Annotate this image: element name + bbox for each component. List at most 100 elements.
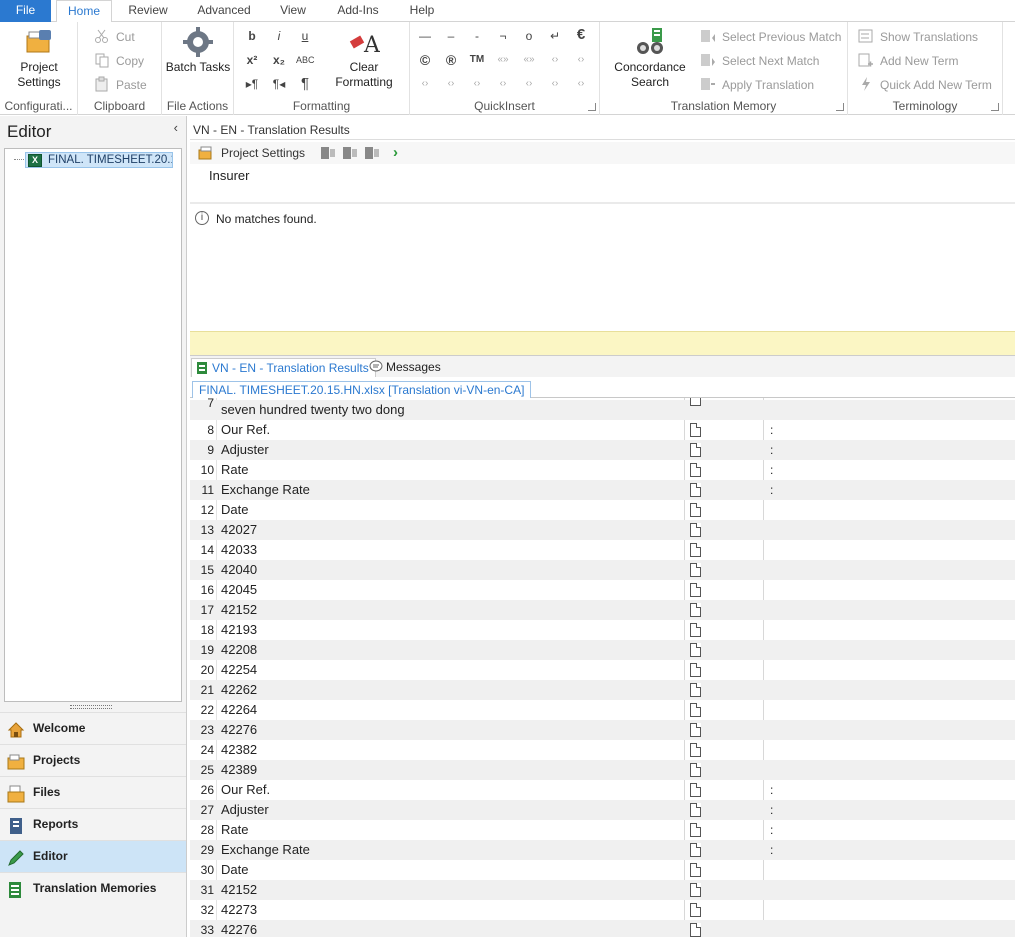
quote-4-icon[interactable]: ‹› — [442, 76, 460, 92]
source-segment[interactable]: 42152 — [221, 600, 257, 620]
source-segment[interactable]: Exchange Rate — [221, 480, 310, 500]
table-row[interactable]: 9 Adjuster: — [190, 440, 1015, 460]
target-segment[interactable]: : — [770, 780, 773, 800]
trademark-icon[interactable]: TM — [468, 52, 486, 68]
table-row[interactable]: 28 Rate: — [190, 820, 1015, 840]
quote-7-icon[interactable]: ‹› — [520, 76, 538, 92]
table-row[interactable]: 26 Our Ref.: — [190, 780, 1015, 800]
source-segment[interactable]: 42264 — [221, 700, 257, 720]
source-segment[interactable]: 42254 — [221, 660, 257, 680]
clear-formatting-button[interactable]: A Clear Formatting — [326, 26, 402, 90]
rtl-icon[interactable]: ¶◂ — [270, 76, 288, 92]
dash-icon[interactable]: – — [442, 28, 460, 44]
source-segment[interactable]: 42152 — [221, 880, 257, 900]
source-segment[interactable]: 42382 — [221, 740, 257, 760]
apply-translation-button[interactable]: Apply Translation — [700, 76, 814, 93]
table-row[interactable]: 17 42152 — [190, 600, 1015, 620]
results-project-settings-link[interactable]: Project Settings — [221, 146, 305, 160]
source-segment[interactable]: 42045 — [221, 580, 257, 600]
quick-add-new-term-button[interactable]: Quick Add New Term — [858, 76, 992, 93]
table-row[interactable]: 33 42276 — [190, 920, 1015, 937]
source-segment[interactable]: 42193 — [221, 620, 257, 640]
table-row[interactable]: 27 Adjuster: — [190, 800, 1015, 820]
select-previous-match-button[interactable]: Select Previous Match — [700, 28, 841, 45]
table-row[interactable]: 12 Date — [190, 500, 1015, 520]
superscript-icon[interactable]: x² — [243, 52, 261, 68]
results-option-1-icon[interactable] — [320, 146, 336, 163]
batch-tasks-button[interactable]: Batch Tasks — [164, 26, 232, 75]
results-option-3-icon[interactable] — [364, 146, 380, 163]
table-row[interactable]: 29 Exchange Rate: — [190, 840, 1015, 860]
add-new-term-button[interactable]: Add New Term — [858, 52, 958, 69]
target-segment[interactable]: : — [770, 820, 773, 840]
quote-5-icon[interactable]: ‹› — [468, 76, 486, 92]
source-segment[interactable]: Our Ref. — [221, 780, 270, 800]
menu-addins[interactable]: Add-Ins — [328, 0, 388, 22]
quote-6-icon[interactable]: ‹› — [494, 76, 512, 92]
results-option-2-icon[interactable] — [342, 146, 358, 163]
table-row[interactable]: 22 42264 — [190, 700, 1015, 720]
terminology-launcher-icon[interactable] — [991, 103, 999, 111]
target-segment[interactable]: : — [770, 440, 773, 460]
table-row[interactable]: 21 42262 — [190, 680, 1015, 700]
source-segment[interactable]: Date — [221, 500, 248, 520]
nav-projects[interactable]: Projects — [0, 744, 186, 776]
project-settings-button[interactable]: Project Settings — [4, 26, 74, 90]
nav-translation-memories[interactable]: Translation Memories — [0, 872, 186, 904]
source-segment[interactable]: Our Ref. — [221, 420, 270, 440]
quote-8-icon[interactable]: ‹› — [546, 76, 564, 92]
source-segment[interactable]: 42389 — [221, 760, 257, 780]
source-segment[interactable]: 42033 — [221, 540, 257, 560]
not-sign-icon[interactable]: ¬ — [494, 28, 512, 44]
concordance-search-button[interactable]: Concordance Search — [610, 26, 690, 90]
source-segment[interactable]: seven hundred twenty two dong — [221, 400, 405, 420]
menu-file[interactable]: File — [0, 0, 51, 22]
copy-button[interactable]: Copy — [94, 52, 144, 69]
pilcrow-icon[interactable]: ¶ — [296, 76, 314, 92]
target-segment[interactable]: : — [770, 480, 773, 500]
table-row[interactable]: 25 42389 — [190, 760, 1015, 780]
source-segment[interactable]: 42027 — [221, 520, 257, 540]
copyright-icon[interactable]: © — [416, 52, 434, 68]
source-segment[interactable]: 42208 — [221, 640, 257, 660]
table-row[interactable]: 14 42033 — [190, 540, 1015, 560]
subscript-icon[interactable]: x₂ — [270, 52, 288, 68]
select-next-match-button[interactable]: Select Next Match — [700, 52, 819, 69]
table-row[interactable]: 11 Exchange Rate: — [190, 480, 1015, 500]
source-segment[interactable]: Date — [221, 860, 248, 880]
tab-translation-results[interactable]: VN - EN - Translation Results — [191, 358, 376, 377]
menu-home[interactable]: Home — [56, 0, 112, 23]
source-segment[interactable]: 42040 — [221, 560, 257, 580]
table-row[interactable]: 20 42254 — [190, 660, 1015, 680]
source-segment[interactable]: 42273 — [221, 900, 257, 920]
menu-advanced[interactable]: Advanced — [188, 0, 260, 22]
table-row[interactable]: 19 42208 — [190, 640, 1015, 660]
bold-icon[interactable]: b — [243, 28, 261, 44]
quote-9-icon[interactable]: ‹› — [572, 76, 590, 92]
quote-single-icon[interactable]: ‹› — [546, 52, 564, 68]
euro-icon[interactable]: € — [572, 27, 590, 43]
target-segment[interactable]: : — [770, 460, 773, 480]
table-row[interactable]: 10 Rate: — [190, 460, 1015, 480]
quote-double-icon[interactable]: ‹› — [572, 52, 590, 68]
table-row[interactable]: 23 42276 — [190, 720, 1015, 740]
menu-view[interactable]: View — [272, 0, 314, 22]
source-segment[interactable]: Adjuster — [221, 440, 269, 460]
table-row[interactable]: 13 42027 — [190, 520, 1015, 540]
panel-splitter[interactable] — [70, 705, 112, 709]
nav-files[interactable]: Files — [0, 776, 186, 808]
italic-icon[interactable]: i — [270, 28, 288, 44]
hyphen-icon[interactable]: - — [468, 28, 486, 44]
source-segment[interactable]: Rate — [221, 460, 248, 480]
table-row[interactable]: 18 42193 — [190, 620, 1015, 640]
quote-open-icon[interactable]: «» — [494, 52, 512, 68]
table-row[interactable]: 7 seven hundred twenty two dong — [190, 398, 1015, 420]
source-segment[interactable]: Rate — [221, 820, 248, 840]
source-segment[interactable]: 42276 — [221, 920, 257, 937]
source-segment[interactable]: 42262 — [221, 680, 257, 700]
table-row[interactable]: 31 42152 — [190, 880, 1015, 900]
quickinsert-launcher-icon[interactable] — [588, 103, 596, 111]
translation-memory-launcher-icon[interactable] — [836, 103, 844, 111]
nav-reports[interactable]: Reports — [0, 808, 186, 840]
target-segment[interactable]: : — [770, 840, 773, 860]
